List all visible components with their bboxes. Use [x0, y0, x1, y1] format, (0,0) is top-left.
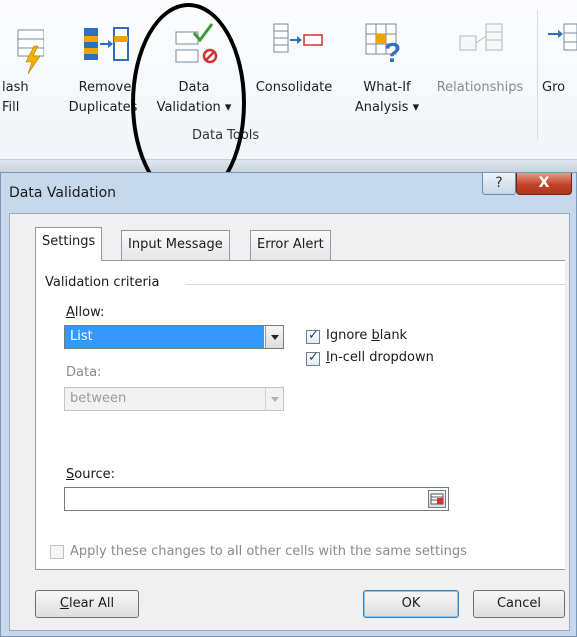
ribbon-label: Relationships — [436, 80, 524, 95]
flash-fill-button[interactable]: lash Fill — [0, 0, 44, 126]
ok-button[interactable]: OK — [363, 590, 459, 618]
allow-label: Allow: — [66, 305, 105, 320]
apply-all-label: Apply these changes to all other cells w… — [70, 544, 467, 559]
ribbon-label: Fill — [2, 100, 20, 115]
source-input[interactable] — [64, 487, 449, 511]
allow-dropdown[interactable]: List — [64, 325, 284, 349]
close-button[interactable]: X — [516, 173, 572, 195]
section-title: Validation criteria — [45, 275, 160, 290]
group-icon — [548, 23, 577, 51]
dialog-titlebar[interactable]: Data Validation ? X — [1, 173, 576, 213]
source-label: Source: — [66, 467, 116, 482]
remove-duplicates-icon — [84, 27, 129, 61]
ignore-blank-checkbox[interactable] — [306, 328, 320, 344]
dialog-title: Data Validation — [9, 185, 117, 201]
what-if-analysis-button[interactable]: ? What-If Analysis ▾ — [348, 0, 426, 126]
allow-value: List — [65, 326, 264, 348]
cancel-button[interactable]: Cancel — [473, 590, 565, 618]
svg-text:?: ? — [384, 37, 401, 68]
tab-label: Settings — [42, 234, 96, 249]
ribbon-separator — [537, 10, 538, 140]
data-validation-dialog: Data Validation ? X Settings Input Messa… — [0, 172, 577, 637]
chevron-down-icon[interactable] — [265, 326, 283, 348]
ignore-blank-label[interactable]: Ignore blank — [326, 328, 407, 343]
clear-all-button[interactable]: Clear All — [35, 590, 139, 618]
tab-label: Input Message — [128, 237, 223, 252]
close-icon: X — [538, 175, 550, 191]
ribbon-label: What-If — [363, 80, 411, 95]
ribbon-label: lash — [2, 80, 29, 95]
relationships-button[interactable]: Relationships — [428, 0, 532, 126]
help-icon: ? — [495, 175, 503, 191]
chevron-down-icon — [265, 388, 283, 410]
consolidate-button[interactable]: Consolidate — [248, 0, 340, 126]
what-if-analysis-icon: ? — [365, 23, 401, 68]
help-button[interactable]: ? — [482, 173, 516, 195]
in-cell-dropdown-label[interactable]: In-cell dropdown — [326, 350, 434, 365]
data-label: Data: — [66, 365, 102, 380]
settings-panel: Validation criteria Allow: List Data: be… — [35, 260, 566, 570]
group-button[interactable]: Gro — [540, 0, 577, 126]
ribbon-bottom-edge — [0, 160, 577, 172]
tab-error-alert[interactable]: Error Alert — [250, 230, 331, 260]
tab-label: Error Alert — [257, 237, 324, 252]
data-dropdown: between — [64, 387, 284, 411]
ribbon: lash Fill Remove Duplicates Data Validat… — [0, 0, 577, 160]
ribbon-label: Duplicates — [68, 100, 138, 115]
apply-all-checkbox[interactable] — [50, 545, 64, 559]
ribbon-label: Consolidate — [255, 80, 333, 95]
range-selector-button[interactable] — [428, 490, 446, 508]
range-selector-icon — [430, 493, 444, 505]
in-cell-dropdown-checkbox[interactable] — [306, 350, 320, 366]
ribbon-label: Gro — [542, 80, 566, 95]
consolidate-icon — [273, 23, 323, 53]
section-divider — [186, 284, 566, 285]
tab-settings[interactable]: Settings — [35, 227, 103, 261]
tab-input-message[interactable]: Input Message — [121, 230, 230, 260]
dialog-body: Settings Input Message Error Alert Valid… — [9, 213, 570, 631]
data-value: between — [70, 391, 127, 406]
relationships-icon — [459, 23, 503, 51]
flash-fill-icon — [17, 29, 44, 75]
ribbon-label: Analysis ▾ — [354, 100, 420, 115]
